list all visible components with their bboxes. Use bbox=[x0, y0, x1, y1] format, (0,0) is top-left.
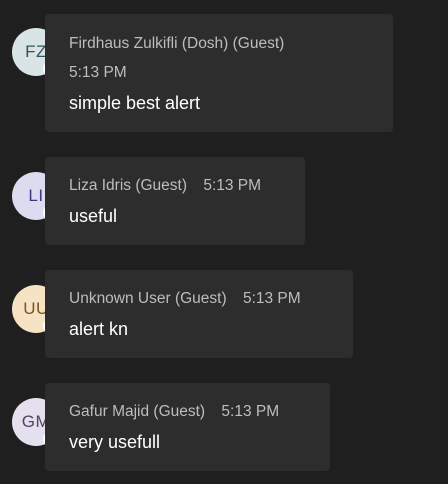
avatar-initials: FZ bbox=[25, 42, 47, 61]
message-header: Unknown User (Guest) 5:13 PM bbox=[69, 290, 301, 308]
message-bubble[interactable]: Liza Idris (Guest) 5:13 PM useful bbox=[45, 157, 305, 245]
message-header: 5:13 PM bbox=[69, 64, 127, 82]
message-timestamp: 5:13 PM bbox=[203, 177, 262, 194]
chat-message-list: FZ Firdhaus Zulkifli (Dosh) (Guest) 5:13… bbox=[0, 0, 448, 484]
message-text: useful bbox=[69, 206, 118, 226]
sender-name[interactable]: Liza Idris (Guest) bbox=[69, 177, 187, 194]
message-timestamp: 5:13 PM bbox=[242, 290, 301, 307]
message-timestamp: 5:13 PM bbox=[69, 64, 127, 81]
message-text: very usefull bbox=[69, 432, 161, 452]
sender-name[interactable]: Firdhaus Zulkifli (Dosh) (Guest) bbox=[69, 35, 284, 52]
message-timestamp: 5:13 PM bbox=[221, 403, 280, 420]
message-header: Gafur Majid (Guest) 5:13 PM bbox=[69, 403, 279, 421]
message-bubble[interactable]: Firdhaus Zulkifli (Dosh) (Guest) 5:13 PM… bbox=[45, 14, 393, 132]
sender-name[interactable]: Gafur Majid (Guest) bbox=[69, 403, 205, 420]
avatar-initials: LI bbox=[28, 186, 44, 205]
message-text: simple best alert bbox=[69, 93, 201, 113]
message-header: Liza Idris (Guest) 5:13 PM bbox=[69, 177, 261, 195]
sender-name[interactable]: Unknown User (Guest) bbox=[69, 290, 227, 307]
message-text: alert kn bbox=[69, 319, 129, 339]
message-header: Firdhaus Zulkifli (Dosh) (Guest) bbox=[69, 35, 284, 53]
message-bubble[interactable]: Gafur Majid (Guest) 5:13 PM very usefull bbox=[45, 383, 330, 471]
message-bubble[interactable]: Unknown User (Guest) 5:13 PM alert kn bbox=[45, 270, 353, 358]
